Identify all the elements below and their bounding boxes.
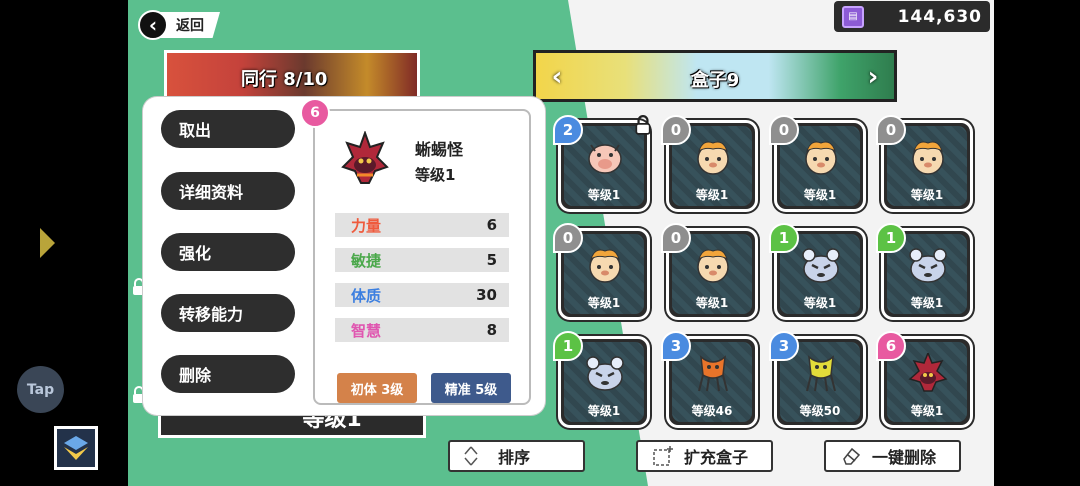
- slot-level: 等级1: [910, 404, 944, 418]
- box-banner: ‹ 盒子9 ›: [533, 50, 897, 102]
- count-badge: 2: [553, 115, 583, 145]
- count-badge: 0: [661, 115, 691, 145]
- delete-all-label: 一键删除: [872, 448, 937, 467]
- currency-value: 144,630: [897, 6, 982, 27]
- slot-level: 等级1: [910, 296, 944, 310]
- stat-label: 体质: [351, 286, 382, 305]
- monster-slot[interactable]: 等级46 3: [661, 331, 758, 428]
- count-badge: 6: [300, 98, 330, 128]
- stat-agility: 敏捷 5: [335, 248, 509, 272]
- puff-monster-icon: [697, 249, 729, 283]
- enhance-button[interactable]: 强化: [161, 233, 295, 271]
- monster-slot[interactable]: 等级1 0: [553, 223, 650, 320]
- expand-label: 扩充盒子: [684, 448, 749, 467]
- lizard-monster-portrait: [341, 131, 389, 184]
- cube-icon[interactable]: [54, 426, 98, 470]
- monster-level: 等级1: [415, 166, 456, 184]
- crab-monster-icon: [698, 355, 728, 392]
- monster-action-popup: 取出 详细资料 强化 转移能力 删除 蜥蜴怪 等级1 力量 6 敏捷 5 体质: [143, 97, 545, 415]
- count-badge: 1: [769, 223, 799, 253]
- mouse-monster-icon: [802, 248, 840, 283]
- details-button[interactable]: 详细资料: [161, 172, 295, 210]
- lizard-monster-icon: [908, 353, 948, 392]
- sort-icon: [464, 446, 478, 466]
- box-title: 盒子9: [690, 70, 740, 91]
- count-badge: 6: [876, 331, 906, 361]
- monster-slot[interactable]: 等级1 0: [769, 115, 866, 212]
- pig-monster-icon: [588, 144, 622, 174]
- play-arrow-icon[interactable]: [40, 228, 55, 258]
- delete-button[interactable]: 删除: [161, 355, 295, 393]
- stat-label: 敏捷: [351, 251, 382, 270]
- slot-level: 等级1: [587, 404, 621, 418]
- stat-wisdom: 智慧 8: [335, 318, 509, 342]
- currency-display: ▤ 144,630: [834, 1, 990, 32]
- monster-slot[interactable]: 等级1 1: [769, 223, 866, 320]
- lock-icon: [635, 115, 651, 135]
- box-next-button[interactable]: ›: [860, 62, 886, 92]
- count-badge: 0: [553, 223, 583, 253]
- add-box-icon: [653, 446, 673, 466]
- slot-level: 等级1: [910, 188, 944, 202]
- slot-level: 等级50: [799, 404, 841, 418]
- stat-value: 6: [486, 216, 497, 234]
- slot-level: 等级1: [587, 296, 621, 310]
- count-badge: 0: [661, 223, 691, 253]
- mouse-monster-icon: [909, 248, 947, 283]
- monster-slot[interactable]: 等级1 1: [876, 223, 973, 320]
- slot-level: 等级1: [695, 188, 729, 202]
- monster-name: 蜥蜴怪: [415, 140, 464, 159]
- slot-level: 等级1: [695, 296, 729, 310]
- stat-value: 5: [486, 251, 497, 269]
- monster-slot[interactable]: 等级1 0: [661, 115, 758, 212]
- monster-slot[interactable]: 等级1 0: [661, 223, 758, 320]
- stat-constitution: 体质 30: [335, 283, 509, 307]
- team-banner[interactable]: 同行 8/10: [164, 50, 420, 102]
- monster-slot[interactable]: 等级1 6: [876, 331, 973, 428]
- slot-level: 等级1: [803, 296, 837, 310]
- trait-badge[interactable]: 初体 3级: [337, 373, 417, 403]
- team-label: 同行 8/10: [241, 69, 328, 90]
- take-out-button[interactable]: 取出: [161, 110, 295, 148]
- puff-monster-icon: [697, 141, 729, 175]
- trait-badge[interactable]: 精准 5级: [431, 373, 511, 403]
- delete-all-button[interactable]: 一键删除: [824, 440, 961, 472]
- slot-level: 等级1: [587, 188, 621, 202]
- slot-level: 等级46: [691, 404, 733, 418]
- puff-monster-icon: [912, 141, 944, 175]
- transfer-ability-button[interactable]: 转移能力: [161, 294, 295, 332]
- count-badge: 3: [769, 331, 799, 361]
- monster-detail-card: 蜥蜴怪 等级1 力量 6 敏捷 5 体质 30 智慧 8 初体 3级 精准 5级: [313, 109, 531, 405]
- monster-slot[interactable]: 等级1 2: [553, 115, 651, 212]
- puff-monster-icon: [589, 249, 621, 283]
- count-badge: 0: [769, 115, 799, 145]
- sort-label: 排序: [498, 448, 531, 467]
- count-badge: 1: [876, 223, 906, 253]
- stat-strength: 力量 6: [335, 213, 509, 237]
- mouse-monster-icon: [586, 356, 624, 391]
- puff-monster-icon: [805, 141, 837, 175]
- gem-icon: ▤: [842, 5, 864, 28]
- expand-box-button[interactable]: 扩充盒子: [636, 440, 773, 472]
- stat-value: 30: [476, 286, 497, 304]
- tap-button[interactable]: Tap: [17, 366, 64, 413]
- back-arrow-icon: ‹: [138, 10, 168, 40]
- back-button[interactable]: ‹ 返回: [138, 10, 220, 40]
- game-screen: ‹ 返回 ▤ 144,630 同行 8/10 等级1 ‹ 盒子9 › 等级1 2 等…: [128, 0, 994, 486]
- slot-level: 等级1: [803, 188, 837, 202]
- sort-button[interactable]: 排序: [448, 440, 585, 472]
- monster-slot[interactable]: 等级1 0: [876, 115, 973, 212]
- crab-monster-icon: [806, 355, 836, 392]
- stat-label: 力量: [351, 216, 382, 235]
- stat-label: 智慧: [351, 321, 382, 340]
- stat-value: 8: [486, 321, 497, 339]
- eraser-icon: [843, 447, 861, 465]
- count-badge: 3: [661, 331, 691, 361]
- count-badge: 0: [876, 115, 906, 145]
- monster-slot[interactable]: 等级50 3: [769, 331, 866, 428]
- monster-slot[interactable]: 等级1 1: [553, 331, 650, 428]
- count-badge: 1: [553, 331, 583, 361]
